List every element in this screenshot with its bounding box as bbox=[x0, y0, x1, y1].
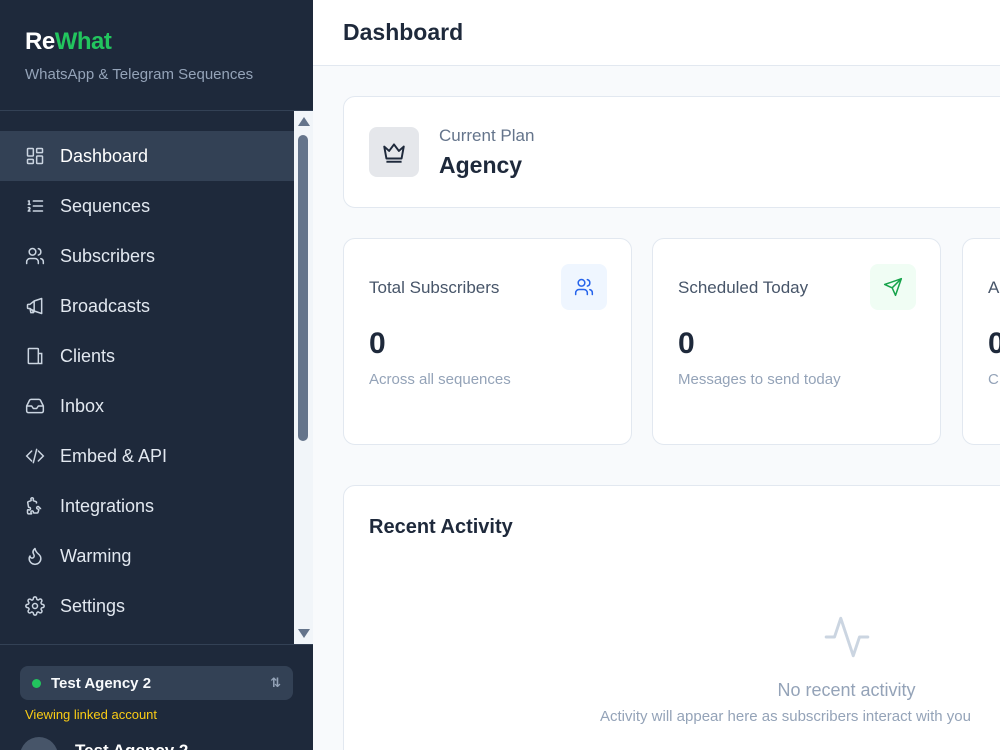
sidebar-item-clients[interactable]: Clients bbox=[0, 331, 294, 381]
send-icon bbox=[870, 264, 916, 310]
stat-card-scheduled-today: Scheduled Today 0 Messages to send today bbox=[652, 238, 941, 445]
app-tagline: WhatsApp & Telegram Sequences bbox=[25, 66, 254, 83]
sidebar-scrollbar[interactable] bbox=[294, 111, 313, 644]
sidebar-item-label: Embed & API bbox=[60, 445, 168, 466]
account-name: Test Agency 2 bbox=[51, 674, 152, 692]
stat-title: Scheduled Today bbox=[678, 278, 809, 297]
avatar bbox=[20, 737, 58, 750]
gear-icon bbox=[25, 596, 45, 616]
status-dot bbox=[32, 678, 41, 688]
users-icon bbox=[25, 246, 45, 266]
stat-subtitle: Messages to send today bbox=[678, 371, 841, 388]
activity-pulse-icon bbox=[822, 612, 872, 667]
linked-account-note: Viewing linked account bbox=[25, 707, 158, 722]
sidebar-item-label: Broadcasts bbox=[60, 295, 151, 316]
crown-icon bbox=[369, 127, 419, 177]
sidebar-item-settings[interactable]: Settings bbox=[0, 581, 294, 631]
plan-label: Current Plan bbox=[439, 126, 535, 145]
sidebar: ReWhat WhatsApp & Telegram Sequences Das… bbox=[0, 0, 313, 750]
plan-value: Agency bbox=[439, 152, 523, 178]
sidebar-nav: Dashboard Sequences Subscribers Broadcas… bbox=[0, 131, 294, 631]
stat-card-partial: A 0 C bbox=[962, 238, 1000, 445]
sidebar-item-label: Inbox bbox=[60, 395, 105, 416]
sidebar-item-integrations[interactable]: Integrations bbox=[0, 481, 294, 531]
sidebar-item-label: Clients bbox=[60, 345, 116, 366]
sidebar-item-dashboard[interactable]: Dashboard bbox=[0, 131, 294, 181]
stat-value: 0 bbox=[988, 327, 1000, 360]
current-plan-card: Current Plan Agency bbox=[343, 96, 1000, 208]
user-profile[interactable]: Test Agency 2 bbox=[20, 737, 188, 750]
stat-title: Total Subscribers bbox=[369, 278, 500, 297]
sidebar-item-broadcasts[interactable]: Broadcasts bbox=[0, 281, 294, 331]
flame-icon bbox=[25, 546, 45, 566]
scroll-up-arrow-icon[interactable] bbox=[298, 117, 310, 126]
puzzle-icon bbox=[25, 496, 45, 516]
sidebar-item-label: Subscribers bbox=[60, 245, 156, 266]
scroll-thumb[interactable] bbox=[298, 135, 308, 441]
sidebar-item-label: Settings bbox=[60, 595, 126, 616]
megaphone-icon bbox=[25, 296, 45, 316]
sidebar-item-subscribers[interactable]: Subscribers bbox=[0, 231, 294, 281]
scroll-down-arrow-icon[interactable] bbox=[298, 629, 310, 638]
users-icon bbox=[561, 264, 607, 310]
list-ordered-icon bbox=[25, 196, 45, 216]
chevron-up-down-icon: ⇅ bbox=[270, 675, 281, 690]
recent-activity-card: Recent Activity No recent activity Activ… bbox=[343, 485, 1000, 750]
stat-subtitle: C bbox=[988, 371, 999, 388]
building-icon bbox=[25, 346, 45, 366]
sidebar-item-label: Dashboard bbox=[60, 145, 149, 166]
sidebar-item-label: Warming bbox=[60, 545, 132, 566]
sidebar-item-embed-api[interactable]: Embed & API bbox=[0, 431, 294, 481]
page-title: Dashboard bbox=[343, 19, 464, 45]
stat-card-total-subscribers: Total Subscribers 0 Across all sequences bbox=[343, 238, 632, 445]
logo-part-re: Re bbox=[25, 28, 55, 55]
brand-header: ReWhat WhatsApp & Telegram Sequences bbox=[0, 0, 313, 111]
user-name: Test Agency 2 bbox=[75, 741, 188, 750]
sidebar-item-label: Sequences bbox=[60, 195, 151, 216]
code-icon bbox=[25, 446, 45, 466]
sidebar-footer: Test Agency 2 ⇅ Viewing linked account T… bbox=[0, 644, 313, 750]
main-content: Dashboard Current Plan Agency Total Subs… bbox=[313, 0, 1000, 750]
activity-title: Recent Activity bbox=[369, 516, 513, 538]
sidebar-item-label: Integrations bbox=[60, 495, 155, 516]
account-switcher[interactable]: Test Agency 2 ⇅ bbox=[20, 666, 293, 700]
sidebar-item-sequences[interactable]: Sequences bbox=[0, 181, 294, 231]
stat-value: 0 bbox=[678, 327, 695, 360]
sidebar-item-warming[interactable]: Warming bbox=[0, 531, 294, 581]
page-header: Dashboard bbox=[313, 0, 1000, 66]
app-logo[interactable]: ReWhat bbox=[25, 28, 288, 56]
sidebar-item-inbox[interactable]: Inbox bbox=[0, 381, 294, 431]
dashboard-grid-icon bbox=[25, 146, 45, 166]
empty-state-title: No recent activity bbox=[777, 680, 916, 700]
logo-part-what: What bbox=[54, 28, 112, 55]
stat-title: A bbox=[988, 278, 1000, 297]
empty-state-subtitle: Activity will appear here as subscribers… bbox=[600, 708, 971, 725]
stat-value: 0 bbox=[369, 327, 386, 360]
inbox-icon bbox=[25, 396, 45, 416]
stat-subtitle: Across all sequences bbox=[369, 371, 511, 388]
